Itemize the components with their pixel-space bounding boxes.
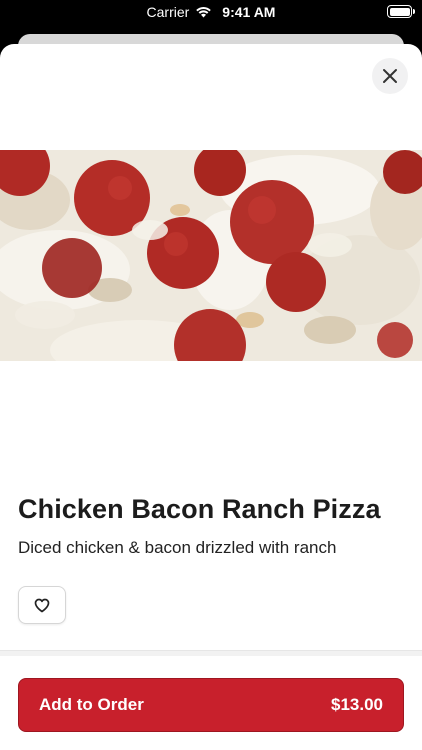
- item-detail-sheet: Chicken Bacon Ranch Pizza Diced chicken …: [0, 44, 422, 750]
- item-description: Diced chicken & bacon drizzled with ranc…: [18, 538, 337, 557]
- status-bar: Carrier 9:41 AM: [0, 0, 422, 26]
- add-to-order-label: Add to Order: [39, 695, 144, 714]
- divider: [0, 650, 422, 656]
- add-to-order-button[interactable]: Add to Order $13.00: [18, 678, 404, 732]
- carrier-label: Carrier: [146, 4, 190, 20]
- favorite-button[interactable]: [18, 586, 66, 624]
- wifi-icon: [195, 6, 212, 18]
- close-icon: [383, 69, 397, 83]
- item-title: Chicken Bacon Ranch Pizza: [18, 494, 381, 524]
- heart-icon: [34, 598, 50, 612]
- clock-label: 9:41 AM: [222, 4, 276, 20]
- price-label: $13.00: [331, 695, 383, 714]
- pizza-image: [0, 150, 422, 361]
- battery-icon: [387, 5, 415, 18]
- close-button[interactable]: [372, 58, 408, 94]
